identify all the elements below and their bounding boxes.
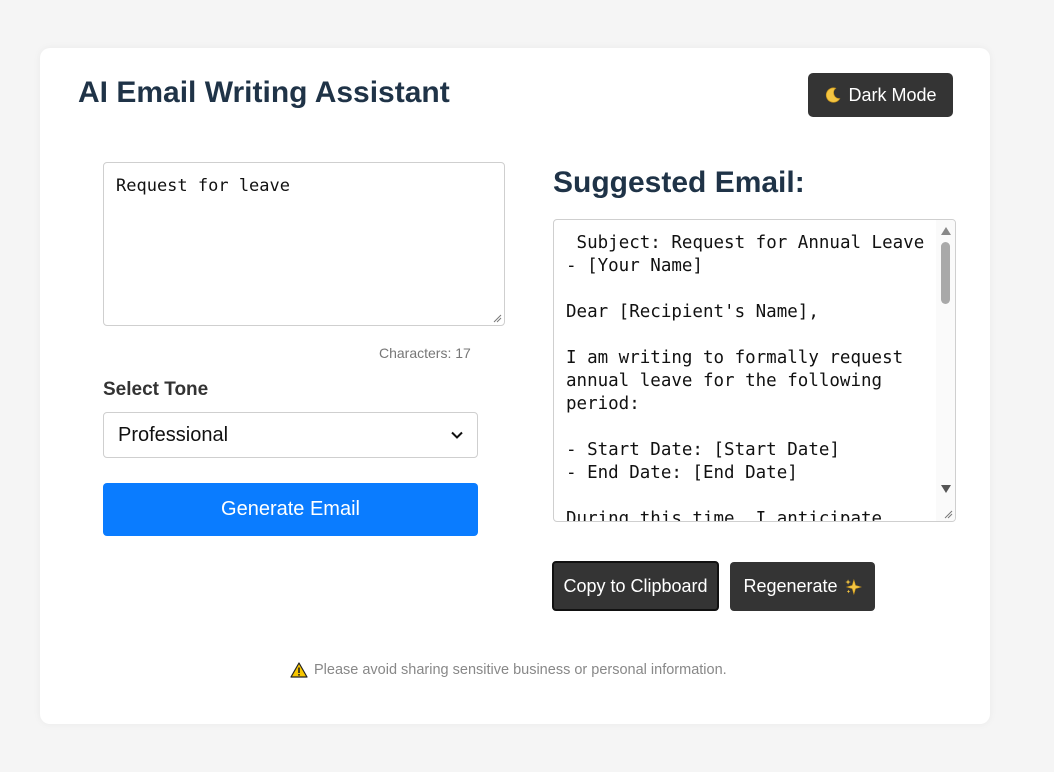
dark-mode-button[interactable]: Dark Mode xyxy=(808,73,953,117)
tone-selected-value: Professional xyxy=(118,423,229,446)
chevron-down-icon xyxy=(451,431,463,439)
character-count: Characters: 17 xyxy=(379,345,471,361)
disclaimer-text: Please avoid sharing sensitive business … xyxy=(314,662,727,678)
scroll-thumb[interactable] xyxy=(941,242,950,304)
privacy-disclaimer: Please avoid sharing sensitive business … xyxy=(290,662,727,678)
suggested-email-heading: Suggested Email: xyxy=(553,166,805,199)
resize-handle-icon[interactable] xyxy=(943,509,953,519)
regenerate-button[interactable]: Regenerate xyxy=(730,562,875,611)
scroll-up-arrow-icon[interactable] xyxy=(940,226,952,236)
tone-select[interactable]: Professional xyxy=(103,412,478,458)
moon-icon xyxy=(826,87,841,103)
resize-handle-icon[interactable] xyxy=(492,313,502,323)
generate-email-button[interactable]: Generate Email xyxy=(103,483,478,536)
copy-to-clipboard-button[interactable]: Copy to Clipboard xyxy=(552,561,719,611)
regenerate-label: Regenerate xyxy=(743,576,838,596)
email-prompt-textarea[interactable]: Request for leave xyxy=(103,162,505,326)
main-card: AI Email Writing Assistant Dark Mode Req… xyxy=(40,48,990,724)
tone-label: Select Tone xyxy=(103,379,209,400)
dark-mode-label: Dark Mode xyxy=(848,84,937,105)
scroll-down-arrow-icon[interactable] xyxy=(940,484,952,494)
warning-icon xyxy=(290,662,308,678)
page-title: AI Email Writing Assistant xyxy=(78,76,450,109)
sparkles-icon xyxy=(844,578,862,595)
output-scrollbar[interactable] xyxy=(936,220,955,521)
suggested-email-output[interactable]: Subject: Request for Annual Leave - [You… xyxy=(553,219,956,522)
suggested-email-text: Subject: Request for Annual Leave - [You… xyxy=(566,233,925,522)
email-prompt-value: Request for leave xyxy=(116,176,290,196)
